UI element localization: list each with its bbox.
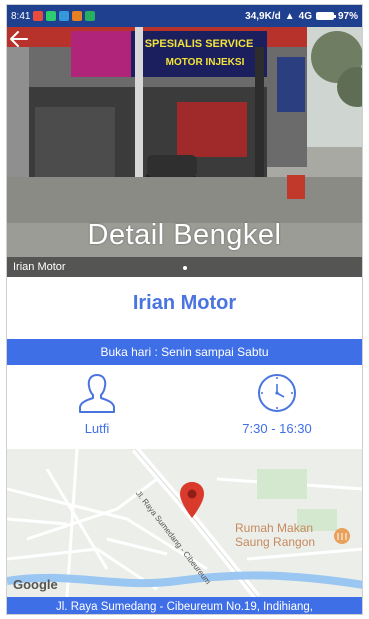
banner-text: SPESIALIS SERVICE: [145, 38, 254, 50]
page-title: Detail Bengkel: [87, 219, 282, 251]
person-icon: [79, 374, 115, 413]
poi-name-line-2: Saung Rangon: [235, 535, 316, 549]
open-days-bar: Buka hari : Senin sampai Sabtu: [7, 339, 362, 365]
signal-icon: ▲: [284, 10, 295, 22]
poi-label[interactable]: Rumah Makan Saung Rangon: [235, 521, 315, 549]
status-time: 8:41: [11, 10, 31, 22]
open-days-text: Buka hari : Senin sampai Sabtu: [100, 345, 269, 359]
slide-dot[interactable]: [182, 266, 187, 270]
location-pin-icon[interactable]: [179, 481, 205, 519]
photo-caption: Irian Motor: [13, 261, 66, 273]
battery-icon: [315, 12, 336, 20]
poi-name-line-1: Rumah Makan: [235, 521, 314, 535]
address-bar: Jl. Raya Sumedang - Cibeureum No.19, Ind…: [7, 597, 362, 614]
notification-icon: [46, 11, 57, 21]
back-arrow-icon[interactable]: [7, 27, 31, 51]
notification-icon: [59, 11, 70, 21]
clock-icon: [258, 374, 296, 412]
status-bar: 8:41 34,9K/d ▲ 4G 97%: [7, 5, 362, 27]
hours-info: 7:30 - 16:30: [207, 371, 347, 436]
network-speed: 34,9K/d: [245, 10, 281, 22]
address-text: Jl. Raya Sumedang - Cibeureum No.19, Ind…: [56, 600, 313, 613]
battery-level: 97%: [337, 10, 358, 22]
owner-info: Lutfi: [27, 371, 167, 436]
workshop-photo: SPESIALIS SERVICE MOTOR INJEKSI Detail B…: [7, 27, 362, 277]
notification-icon: [72, 11, 83, 21]
opening-hours: 7:30 - 16:30: [242, 421, 312, 436]
network-type: 4G: [298, 10, 312, 22]
location-map[interactable]: Jl. Raya Sumedang - Cibeureum Rumah Maka…: [7, 449, 362, 597]
banner-text: MOTOR INJEKSI: [166, 57, 245, 68]
notification-icon: [85, 11, 96, 21]
slide-indicator: [182, 266, 187, 270]
notification-icon: [33, 11, 44, 21]
shop-name: Irian Motor: [132, 292, 237, 314]
google-logo: Google: [13, 577, 58, 592]
owner-name: Lutfi: [84, 421, 110, 436]
app-screen: 8:41 34,9K/d ▲ 4G 97% SPESIALIS SERVICE …: [6, 4, 363, 615]
